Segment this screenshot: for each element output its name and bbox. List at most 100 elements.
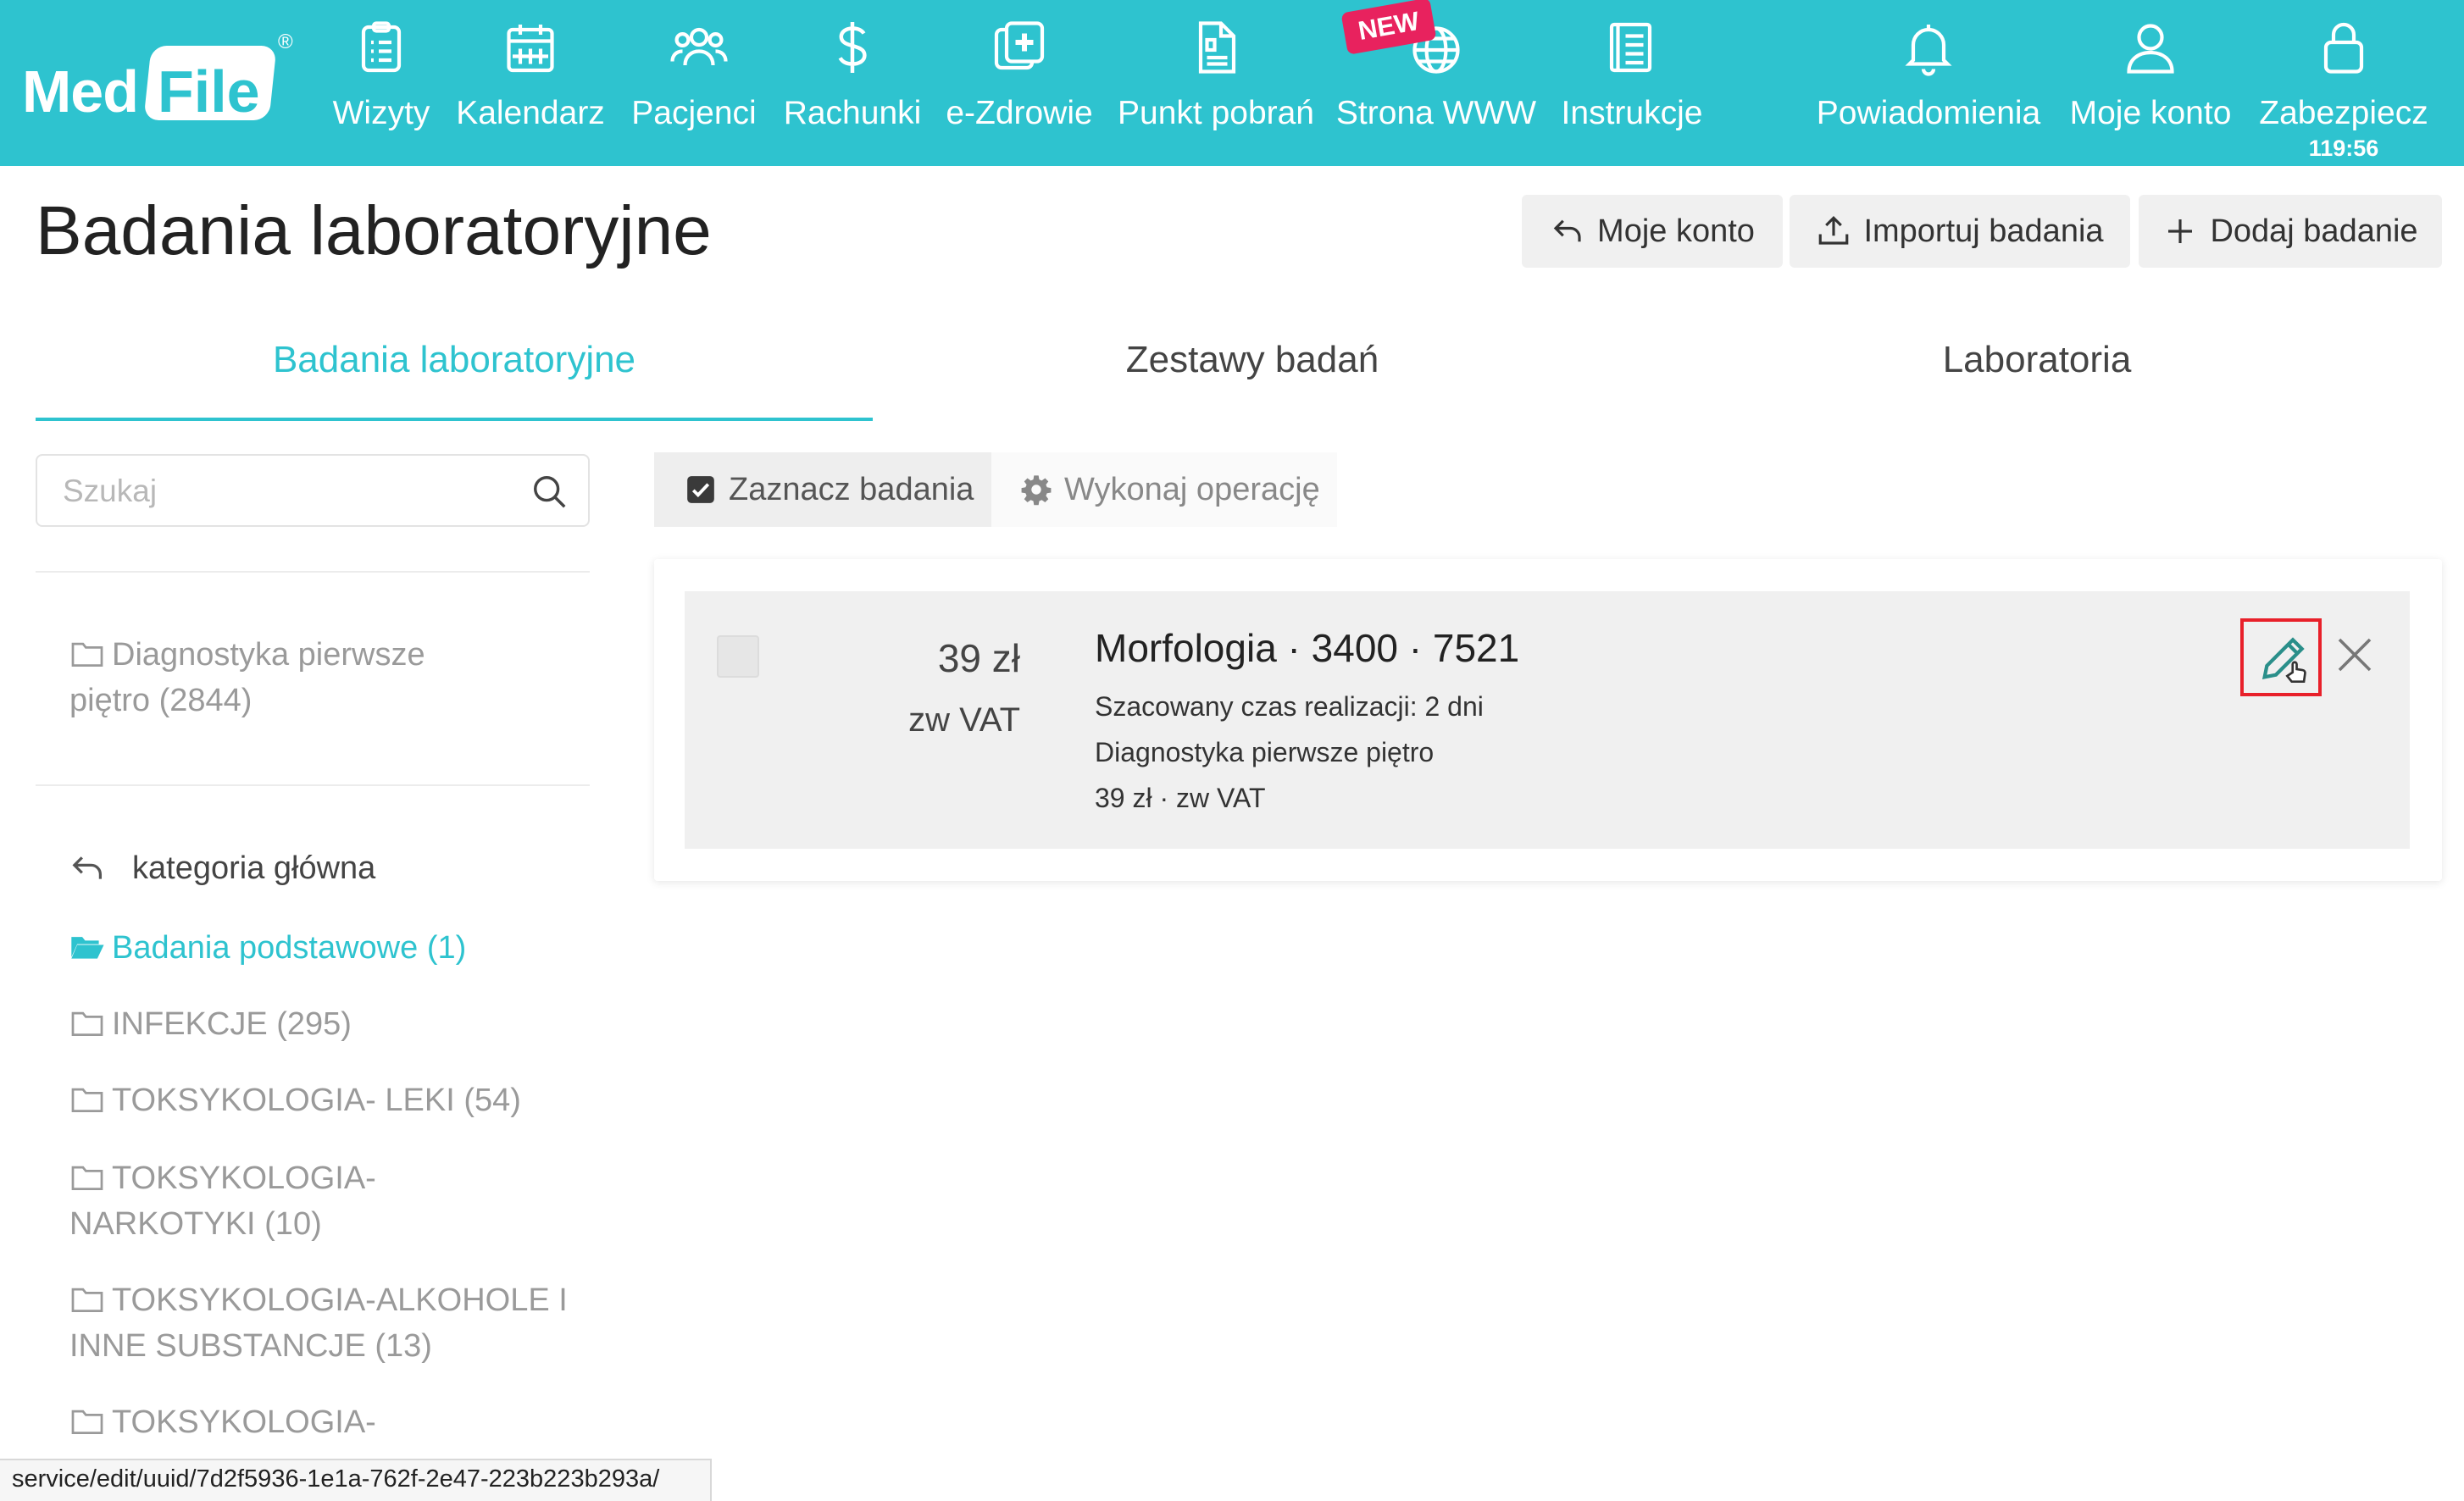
- nav-label: Powiadomienia: [1816, 95, 2041, 131]
- nav-label: Moje konto: [2069, 95, 2232, 131]
- category-label: TOKSYKOLOGIA- LEKI (54): [112, 1083, 521, 1118]
- document-icon: [1198, 21, 1236, 74]
- category-label: Badania podstawowe (1): [112, 930, 467, 966]
- nav-item-instrukcje[interactable]: Instrukcje: [1561, 0, 1703, 166]
- search-input[interactable]: [63, 471, 520, 512]
- tab-lab-tests[interactable]: Badania laboratoryjne: [36, 339, 873, 381]
- nav-item-moje-konto[interactable]: Moje konto: [2070, 0, 2231, 166]
- pencil-icon: [2261, 637, 2306, 683]
- folder-icon: [71, 1288, 103, 1312]
- category-item-toksykologia-alkohole[interactable]: TOKSYKOLOGIA-ALKOHOLE I INNE SUBSTANCJE (…: [69, 1277, 578, 1369]
- test-laboratory: Diagnostyka pierwsze piętro: [1095, 737, 1435, 767]
- upload-icon: [1819, 216, 1849, 245]
- nav-item-wizyty[interactable]: Wizyty: [330, 0, 432, 166]
- search-icon[interactable]: [530, 473, 569, 512]
- nav-label: Wizyty: [332, 95, 430, 131]
- my-account-button[interactable]: Moje konto: [1522, 195, 1783, 268]
- folder-icon: [71, 1166, 103, 1190]
- search-box: [36, 454, 590, 527]
- category-label-line-2: INNE SUBSTANCJE (13): [69, 1328, 432, 1364]
- back-to-main-category[interactable]: kategoria główna: [69, 850, 375, 887]
- results-card: 39 zł zw VAT Morfologia · 3400 · 7521 Sz…: [654, 559, 2442, 881]
- test-row: 39 zł zw VAT Morfologia · 3400 · 7521 Sz…: [685, 591, 2410, 849]
- logo-text-med: Med: [22, 58, 139, 125]
- session-timer: 119:56: [2308, 136, 2379, 161]
- delete-test-icon[interactable]: [2332, 632, 2378, 678]
- my-account-button-label: Moje konto: [1597, 213, 1755, 249]
- nav-label: Rachunki: [783, 95, 922, 131]
- add-test-button-label: Dodaj badanie: [2210, 213, 2418, 249]
- lab-filter-item[interactable]: Diagnostyka pierwsze piętro (2844): [69, 632, 578, 723]
- tab-test-sets[interactable]: Zestawy badań: [986, 339, 1518, 381]
- sidebar-divider: [36, 571, 590, 573]
- test-realization-time: Szacowany czas realizacji: 2 dni: [1095, 691, 1484, 722]
- nav-item-e-zdrowie[interactable]: e-Zdrowie: [946, 0, 1093, 166]
- select-tests-button[interactable]: Zaznacz badania: [654, 452, 991, 527]
- category-item-toksykologia-leki[interactable]: TOKSYKOLOGIA- LEKI (54): [69, 1077, 578, 1123]
- dollar-icon: [838, 22, 867, 73]
- users-icon: [670, 27, 728, 66]
- user-icon: [2127, 24, 2174, 74]
- nav-item-pacjenci[interactable]: Pacjenci: [631, 0, 757, 166]
- browser-status-bar: service/edit/uuid/7d2f5936-1e1a-762f-2e4…: [0, 1459, 712, 1501]
- page-title: Badania laboratoryjne: [36, 192, 712, 269]
- plus-icon: [2168, 219, 2193, 243]
- logo-registered-mark: ®: [278, 30, 293, 53]
- perform-operation-button[interactable]: Wykonaj operację: [991, 452, 1337, 527]
- folder-icon: [71, 1088, 103, 1112]
- edit-test-button[interactable]: [2240, 618, 2322, 696]
- back-label: kategoria główna: [132, 850, 376, 886]
- back-arrow-icon: [72, 856, 103, 879]
- lock-icon: [2323, 22, 2364, 74]
- select-tests-label: Zaznacz badania: [729, 471, 974, 507]
- category-item-infekcje[interactable]: INFEKCJE (295): [69, 1001, 578, 1047]
- back-arrow-icon: [1553, 219, 1581, 242]
- logo-text-file: File: [158, 58, 260, 125]
- nav-item-powiadomienia[interactable]: Powiadomienia: [1816, 0, 2041, 166]
- nav-item-kalendarz[interactable]: Kalendarz: [456, 0, 605, 166]
- nav-item-zabezpiecz[interactable]: Zabezpiecz 119:56: [2259, 0, 2428, 166]
- category-label: TOKSYKOLOGIA-: [112, 1404, 376, 1440]
- checkbox-checked-icon: [687, 476, 714, 503]
- nav-label: Pacjenci: [631, 95, 757, 131]
- calendar-icon: [507, 25, 554, 73]
- import-tests-button-label: Importuj badania: [1863, 213, 2104, 249]
- gear-icon: [1021, 475, 1052, 506]
- category-item-toksykologia-narkotyki[interactable]: TOKSYKOLOGIA- NARKOTYKI (10): [69, 1155, 578, 1247]
- import-tests-button[interactable]: Importuj badania: [1790, 195, 2130, 268]
- top-navbar: Med File ® Wizyty Kalendarz Pacjenci Rac…: [0, 0, 2464, 166]
- nav-label: e-Zdrowie: [946, 95, 1093, 131]
- nav-label: Zabezpiecz: [2259, 95, 2428, 131]
- add-test-button[interactable]: Dodaj badanie: [2139, 195, 2442, 268]
- bell-icon: [1905, 25, 1952, 76]
- nav-label: Kalendarz: [456, 95, 605, 131]
- test-price-line: 39 zł · zw VAT: [1095, 783, 1266, 813]
- medical-plus-icon: [994, 21, 1045, 70]
- test-price: 39 zł: [937, 636, 1020, 680]
- active-tab-indicator: [36, 418, 873, 421]
- lab-filter-line-1: Diagnostyka pierwsze: [112, 637, 425, 673]
- category-item-badania-podstawowe[interactable]: Badania podstawowe (1): [69, 925, 578, 971]
- folder-icon: [71, 1410, 103, 1434]
- nav-item-punkt-pobran[interactable]: Punkt pobrań: [1118, 0, 1314, 166]
- test-vat: zw VAT: [908, 701, 1020, 739]
- category-label-line-1: TOKSYKOLOGIA-ALKOHOLE I: [112, 1282, 568, 1318]
- tab-laboratories[interactable]: Laboratoria: [1771, 339, 2303, 381]
- nav-item-rachunki[interactable]: Rachunki: [784, 0, 921, 166]
- test-title[interactable]: Morfologia · 3400 · 7521: [1095, 625, 1519, 671]
- nav-label: Instrukcje: [1561, 95, 1703, 131]
- medfile-logo[interactable]: Med File ®: [22, 30, 293, 125]
- folder-icon: [71, 1011, 103, 1036]
- folder-open-icon: [71, 937, 104, 959]
- clipboard-icon: [361, 21, 402, 73]
- category-label-line-2: NARKOTYKI (10): [69, 1206, 322, 1242]
- book-icon: [1609, 22, 1652, 73]
- category-label: INFEKCJE (295): [112, 1006, 352, 1042]
- category-item-toksykologia-metabolity[interactable]: TOKSYKOLOGIA-: [69, 1399, 578, 1445]
- perform-operation-label: Wykonaj operację: [1064, 471, 1320, 507]
- test-select-checkbox[interactable]: [717, 635, 759, 678]
- folder-icon: [71, 642, 103, 667]
- category-label-line-1: TOKSYKOLOGIA-: [112, 1160, 376, 1196]
- nav-label: Punkt pobrań: [1118, 95, 1315, 131]
- nav-label: Strona WWW: [1335, 95, 1537, 131]
